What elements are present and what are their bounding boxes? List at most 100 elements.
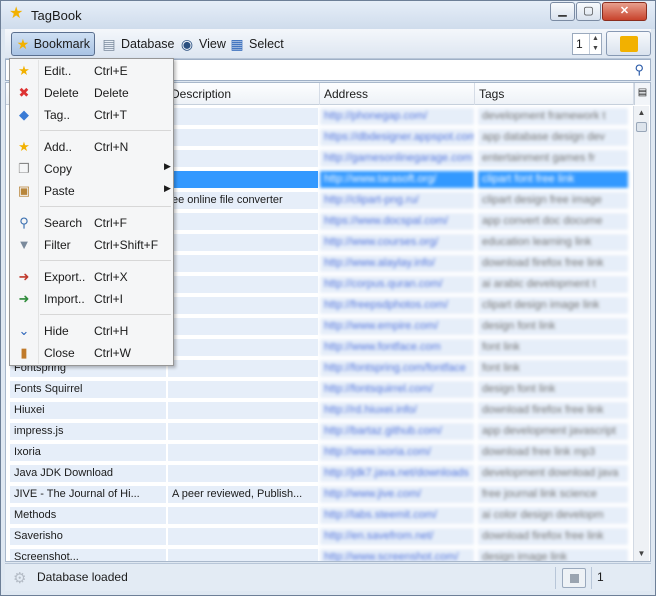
table-row[interactable]: JIVE - The Journal of Hi... A peer review… [6,484,630,505]
description-cell [168,276,318,293]
table-row[interactable]: Java JDK Download http://jdk7.java.net/do… [6,463,630,484]
menu-item-copy[interactable]: ❐ Copy ▶ [12,158,171,180]
menu-item-paste[interactable]: ▣ Paste ▶ [12,180,171,202]
table-row[interactable]: Fonts Squirrel http://fontsquirrel.com/de… [6,379,630,400]
description-cell [168,360,318,377]
address-cell: http://corpus.quran.com/ [320,276,474,293]
tags-cell: font link [478,360,628,377]
stop-button[interactable] [562,568,586,588]
header-tags: Tags [479,87,505,101]
address-cell: http://bartaz.github.com/ [320,423,474,440]
tags-cell: design font link [478,318,628,335]
description-cell [168,297,318,314]
import-icon: ➜ [18,291,30,306]
description-cell [168,234,318,251]
header-description: Description [171,87,232,101]
view-menu-button[interactable]: ◉ View [175,32,230,56]
stop-icon [570,574,579,583]
tags-cell: clipart font free link [478,171,628,188]
menu-item-add[interactable]: ★ Add.. Ctrl+N [12,136,171,158]
menu-item-hide[interactable]: ⌄ Hide Ctrl+H [12,320,171,342]
menu-item-label: Hide [44,324,69,338]
description-cell [168,255,318,272]
menu-item-label: Delete [44,86,79,100]
gear-icon: ⚙ [13,570,27,587]
description-cell [168,213,318,230]
maximize-button[interactable]: ▢ [576,2,601,21]
app-star-icon: ★ [9,5,24,22]
table-row[interactable]: Hiuxei http://rd.hiuxei.info/download fir… [6,400,630,421]
table-row[interactable]: impress.js http://bartaz.github.com/app d… [6,421,630,442]
description-cell: A peer reviewed, Publish... [168,486,318,503]
tags-cell: clipart design image link [478,297,628,314]
page-spinbox[interactable]: 1 ▲ ▼ [572,33,602,55]
menu-item-close[interactable]: ▮ Close Ctrl+W [12,342,171,364]
header-address: Address [324,87,369,101]
scroll-down-icon[interactable]: ▼ [634,547,649,561]
address-cell: http://www.fontface.com [320,339,474,356]
table-row[interactable]: Screenshot... http://www.screenshot.com/d… [6,547,630,561]
bookmark-label: Bookmark [33,37,90,51]
description-cell [168,108,318,125]
menu-item-label: Filter [44,238,71,252]
address-cell: http://labs.steemit.com/ [320,507,474,524]
close-door-icon: ▮ [20,345,28,360]
menu-item-filter[interactable]: ▼ Filter Ctrl+Shift+F [12,234,171,256]
address-cell: https://dbdesigner.appspot.com [320,129,474,146]
column-address[interactable]: Address [320,83,475,105]
bookmark-menu-button[interactable]: ★ Bookmark [11,32,95,56]
tags-cell: ai color design developm [478,507,628,524]
address-cell: http://jdk7.java.net/downloads [320,465,474,482]
minimize-button[interactable]: ▁ [550,2,575,21]
name-cell: Saverisho [10,528,166,545]
table-row[interactable]: Ixoria http://www.ixoria.com/download fre… [6,442,630,463]
delete-star-icon: ✖ [18,85,30,100]
description-cell [168,549,318,561]
status-bar: ⚙ Database loaded 1 [5,563,651,591]
copy-icon: ❐ [18,161,30,176]
column-description[interactable]: Description [167,83,320,105]
menu-item-shortcut: Ctrl+W [94,346,131,360]
database-label: Database [121,37,175,51]
star-add-icon: ★ [18,139,30,154]
menu-item-label: Add.. [44,140,73,154]
search-icon[interactable]: ⚲ [634,62,644,78]
name-cell: Methods [10,507,166,524]
address-cell: http://fontspring.com/fontface [320,360,474,377]
table-row[interactable]: Methods http://labs.steemit.com/ai color … [6,505,630,526]
menu-item-import[interactable]: ➜ Import.. Ctrl+I [12,288,171,310]
scroll-thumb[interactable] [636,122,647,132]
address-cell: http://www.tarasoft.org/ [320,171,474,188]
scroll-up-icon[interactable]: ▲ [634,106,649,120]
status-divider [591,567,592,589]
menu-item-shortcut: Ctrl+I [94,292,124,306]
description-cell: ee online file converter [168,192,318,209]
table-row[interactable]: Saverisho http://en.savefrom.net/download… [6,526,630,547]
menu-item-shortcut: Ctrl+N [94,140,129,154]
tags-cell: ai arabic development t [478,276,628,293]
paste-icon: ▣ [17,183,31,198]
vertical-scrollbar[interactable]: ▲ ▼ [633,106,649,561]
address-cell: http://www.empire.com/ [320,318,474,335]
description-cell [168,150,318,167]
status-count: 1 [597,570,604,584]
database-menu-button[interactable]: ▤ Database [97,32,179,56]
spin-arrows-icon[interactable]: ▲ ▼ [589,34,601,54]
tags-cell: design image link [478,549,628,561]
column-tags[interactable]: Tags [475,83,634,105]
menu-item-tag[interactable]: ◆ Tag.. Ctrl+T [12,104,171,126]
view-label: View [199,37,226,51]
tags-cell: download free link mp3 [478,444,628,461]
tags-cell: development framework t [478,108,628,125]
menu-item-shortcut: Ctrl+Shift+F [94,238,159,252]
address-cell: http://www.courses.org/ [320,234,474,251]
column-chooser-icon[interactable]: ▤ [634,83,650,105]
menu-item-delete[interactable]: ✖ Delete Delete [12,82,171,104]
select-menu-button[interactable]: ▦ Select [225,32,288,56]
close-window-button[interactable]: ✕ [602,2,647,21]
menu-item-edit[interactable]: ★ Edit.. Ctrl+E [12,60,171,82]
menu-item-export[interactable]: ➜ Export.. Ctrl+X [12,266,171,288]
lock-button[interactable] [606,31,651,56]
menu-item-search[interactable]: ⚲ Search Ctrl+F [12,212,171,234]
description-cell [168,339,318,356]
